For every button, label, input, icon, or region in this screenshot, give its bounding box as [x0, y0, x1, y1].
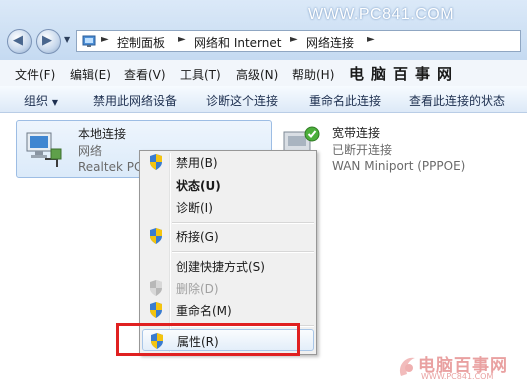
menu-view[interactable]: 查看(V) — [124, 66, 166, 83]
watermark-bottom-url: WWW.PC841.COM — [421, 372, 494, 381]
view-status-button[interactable]: 查看此连接的状态 — [409, 92, 505, 109]
breadcrumb-separator-icon[interactable]: ► — [101, 34, 109, 45]
organize-label: 组织 — [24, 94, 49, 108]
connection-name: 宽带连接 — [332, 126, 381, 140]
shield-icon — [150, 154, 162, 170]
watermark-top: WWW.PC841.COM — [308, 6, 455, 23]
menubar-brand-watermark: 电脑百事网 — [349, 65, 460, 83]
menu-item-rename[interactable]: 重命名(M) — [142, 299, 314, 321]
red-highlight-box — [116, 323, 300, 356]
command-bar: 组织 ▼ 禁用此网络设备 诊断这个连接 重命名此连接 查看此连接的状态 — [0, 86, 527, 113]
recent-pages-chevron-icon[interactable]: ▼ — [64, 35, 70, 44]
forward-arrow-icon: ▶ — [42, 33, 52, 48]
control-panel-icon — [82, 35, 96, 47]
menu-separator — [172, 251, 314, 253]
menu-item-label: 删除(D) — [176, 282, 219, 296]
menu-edit[interactable]: 编辑(E) — [70, 66, 111, 83]
forward-button[interactable]: ▶ — [36, 29, 61, 54]
chevron-down-icon: ▼ — [51, 98, 58, 107]
breadcrumb-separator-icon[interactable]: ► — [178, 34, 186, 45]
address-area: WWW.PC841.COM ◀ ▶ ▼ ► 控制面板 ► 网络和 Interne… — [0, 0, 527, 60]
connection-device: WAN Miniport (PPPOE) — [332, 159, 466, 173]
menu-separator — [172, 222, 314, 224]
network-adapter-icon — [26, 132, 62, 167]
menu-item-label: 状态(U) — [176, 179, 221, 193]
menu-bar: 文件(F) 编辑(E) 查看(V) 工具(T) 高级(N) 帮助(H) 电脑百事… — [0, 60, 527, 87]
address-bar[interactable]: ► 控制面板 ► 网络和 Internet ► 网络连接 ► — [76, 30, 521, 52]
connection-status: 网络 — [78, 144, 103, 158]
menu-advanced[interactable]: 高级(N) — [236, 66, 278, 83]
connection-device: Realtek PC — [78, 160, 143, 174]
menu-item-label: 桥接(G) — [176, 230, 219, 244]
menu-item-delete: 删除(D) — [142, 277, 314, 299]
menu-file[interactable]: 文件(F) — [15, 66, 55, 83]
menu-item-create-shortcut[interactable]: 创建快捷方式(S) — [142, 255, 314, 277]
menu-item-diagnose[interactable]: 诊断(I) — [142, 196, 314, 218]
menu-item-label: 重命名(M) — [176, 304, 232, 318]
disable-device-button[interactable]: 禁用此网络设备 — [93, 92, 177, 109]
menu-item-label: 诊断(I) — [176, 201, 213, 215]
breadcrumb-network-connections[interactable]: 网络连接 — [306, 34, 354, 51]
menu-item-disable[interactable]: 禁用(B) — [142, 151, 314, 173]
organize-button[interactable]: 组织 ▼ — [24, 92, 58, 109]
shield-icon — [150, 228, 162, 244]
menu-item-status[interactable]: 状态(U) — [142, 174, 314, 196]
menu-item-bridge[interactable]: 桥接(G) — [142, 225, 314, 247]
menu-item-label: 创建快捷方式(S) — [176, 260, 265, 274]
back-arrow-icon: ◀ — [13, 33, 23, 48]
rename-connection-button[interactable]: 重命名此连接 — [309, 92, 381, 109]
breadcrumb-control-panel[interactable]: 控制面板 — [117, 34, 165, 51]
shield-icon — [150, 280, 162, 296]
shield-icon — [150, 302, 162, 318]
breadcrumb-separator-icon[interactable]: ► — [290, 34, 298, 45]
breadcrumb-separator-icon[interactable]: ► — [367, 34, 375, 45]
diagnose-button[interactable]: 诊断这个连接 — [206, 92, 278, 109]
menu-item-label: 禁用(B) — [176, 156, 218, 170]
connection-name: 本地连接 — [78, 127, 127, 141]
breadcrumb-network-internet[interactable]: 网络和 Internet — [194, 34, 281, 51]
menu-help[interactable]: 帮助(H) — [292, 66, 334, 83]
menu-tools[interactable]: 工具(T) — [180, 66, 221, 83]
back-button[interactable]: ◀ — [7, 29, 32, 54]
connection-status: 已断开连接 — [332, 143, 393, 157]
